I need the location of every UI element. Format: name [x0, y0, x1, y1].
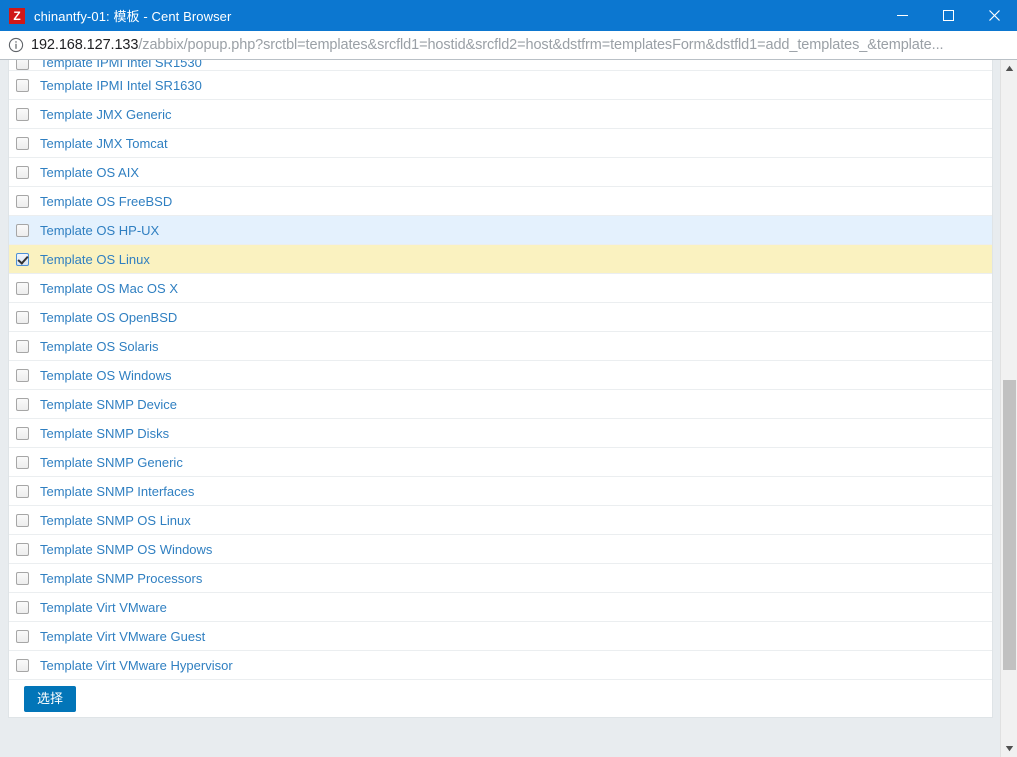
table-row[interactable]: Template OS AIX	[9, 158, 992, 187]
table-row[interactable]: Template JMX Generic	[9, 100, 992, 129]
table-row[interactable]: Template OS FreeBSD	[9, 187, 992, 216]
template-link[interactable]: Template SNMP Device	[40, 397, 177, 412]
scrollbar-thumb[interactable]	[1003, 380, 1016, 670]
url-text[interactable]: 192.168.127.133/zabbix/popup.php?srctbl=…	[31, 37, 943, 53]
template-link[interactable]: Template SNMP Processors	[40, 571, 202, 586]
templates-table: Template IPMI Intel SR1530 Template IPMI …	[8, 60, 993, 718]
template-checkbox[interactable]	[16, 194, 29, 208]
table-row[interactable]: Template OS OpenBSD	[9, 303, 992, 332]
close-button[interactable]	[971, 0, 1017, 31]
template-checkbox[interactable]	[16, 223, 29, 237]
scroll-up-arrow-icon[interactable]	[1001, 60, 1017, 77]
template-link[interactable]: Template SNMP OS Windows	[40, 542, 212, 557]
table-row[interactable]: Template SNMP Disks	[9, 419, 992, 448]
template-checkbox[interactable]	[16, 78, 29, 92]
table-row[interactable]: Template SNMP OS Linux	[9, 506, 992, 535]
table-row[interactable]: Template SNMP Device	[9, 390, 992, 419]
template-link[interactable]: Template OS FreeBSD	[40, 194, 172, 209]
template-link[interactable]: Template JMX Tomcat	[40, 136, 168, 151]
template-checkbox[interactable]	[16, 455, 29, 469]
scroll-down-arrow-icon[interactable]	[1001, 740, 1017, 757]
template-link[interactable]: Template SNMP Interfaces	[40, 484, 194, 499]
template-checkbox[interactable]	[16, 136, 29, 150]
zabbix-favicon: Z	[9, 7, 25, 24]
table-row[interactable]: Template OS Linux	[9, 245, 992, 274]
table-row[interactable]: Template JMX Tomcat	[9, 129, 992, 158]
table-row[interactable]: Template IPMI Intel SR1530	[9, 60, 992, 71]
template-checkbox[interactable]	[16, 600, 29, 614]
template-link[interactable]: Template OS Linux	[40, 252, 150, 267]
template-link[interactable]: Template SNMP Generic	[40, 455, 183, 470]
template-checkbox[interactable]	[16, 658, 29, 672]
template-checkbox[interactable]	[16, 513, 29, 527]
template-checkbox[interactable]	[16, 339, 29, 353]
table-row[interactable]: Template Virt VMware	[9, 593, 992, 622]
minimize-button[interactable]	[879, 0, 925, 31]
info-circle-icon[interactable]	[8, 37, 24, 53]
template-link[interactable]: Template OS Windows	[40, 368, 172, 383]
browser-window: Z chinantfy-01: 模板 - Cent Browser 192.16…	[0, 0, 1017, 757]
template-checkbox[interactable]	[16, 281, 29, 295]
template-link[interactable]: Template Virt VMware Hypervisor	[40, 658, 233, 673]
table-row[interactable]: Template SNMP Generic	[9, 448, 992, 477]
table-row[interactable]: Template SNMP OS Windows	[9, 535, 992, 564]
template-checkbox[interactable]	[16, 252, 29, 266]
select-button[interactable]: 选择	[24, 685, 77, 712]
template-checkbox[interactable]	[16, 571, 29, 585]
template-checkbox[interactable]	[16, 426, 29, 440]
page-scrollbar[interactable]	[1000, 60, 1017, 757]
page-content: Template IPMI Intel SR1530 Template IPMI …	[0, 60, 1000, 757]
template-checkbox[interactable]	[16, 397, 29, 411]
window-controls	[879, 0, 1017, 31]
table-row[interactable]: Template OS Mac OS X	[9, 274, 992, 303]
maximize-button[interactable]	[925, 0, 971, 31]
template-checkbox[interactable]	[16, 165, 29, 179]
titlebar: Z chinantfy-01: 模板 - Cent Browser	[0, 0, 1017, 31]
template-link[interactable]: Template OS Mac OS X	[40, 281, 178, 296]
page-viewport: Template IPMI Intel SR1530 Template IPMI …	[0, 60, 1017, 757]
url-host: 192.168.127.133	[31, 37, 139, 53]
template-checkbox[interactable]	[16, 107, 29, 121]
table-row[interactable]: Template SNMP Interfaces	[9, 477, 992, 506]
template-checkbox[interactable]	[16, 629, 29, 643]
template-checkbox[interactable]	[16, 310, 29, 324]
url-path: /zabbix/popup.php?srctbl=templates&srcfl…	[138, 37, 944, 53]
template-checkbox[interactable]	[16, 542, 29, 556]
template-link[interactable]: Template Virt VMware Guest	[40, 629, 205, 644]
template-checkbox[interactable]	[16, 484, 29, 498]
table-row[interactable]: Template IPMI Intel SR1630	[9, 71, 992, 100]
template-link[interactable]: Template OS HP-UX	[40, 223, 159, 238]
template-link[interactable]: Template SNMP Disks	[40, 426, 169, 441]
template-link[interactable]: Template OS AIX	[40, 165, 139, 180]
template-checkbox[interactable]	[16, 60, 29, 70]
template-checkbox[interactable]	[16, 368, 29, 382]
table-footer: 选择	[9, 680, 992, 717]
template-link[interactable]: Template JMX Generic	[40, 107, 172, 122]
template-link[interactable]: Template SNMP OS Linux	[40, 513, 191, 528]
table-row[interactable]: Template OS HP-UX	[9, 216, 992, 245]
template-link[interactable]: Template IPMI Intel SR1630	[40, 78, 202, 93]
address-bar[interactable]: 192.168.127.133/zabbix/popup.php?srctbl=…	[0, 31, 1017, 60]
templates-row-list: Template IPMI Intel SR1530 Template IPMI …	[9, 60, 992, 680]
template-link[interactable]: Template Virt VMware	[40, 600, 167, 615]
table-row[interactable]: Template OS Windows	[9, 361, 992, 390]
table-row[interactable]: Template SNMP Processors	[9, 564, 992, 593]
window-title: chinantfy-01: 模板 - Cent Browser	[34, 9, 232, 24]
template-link[interactable]: Template IPMI Intel SR1530	[40, 60, 202, 70]
template-link[interactable]: Template OS OpenBSD	[40, 310, 177, 325]
table-row[interactable]: Template OS Solaris	[9, 332, 992, 361]
template-link[interactable]: Template OS Solaris	[40, 339, 159, 354]
table-row[interactable]: Template Virt VMware Hypervisor	[9, 651, 992, 680]
table-row[interactable]: Template Virt VMware Guest	[9, 622, 992, 651]
